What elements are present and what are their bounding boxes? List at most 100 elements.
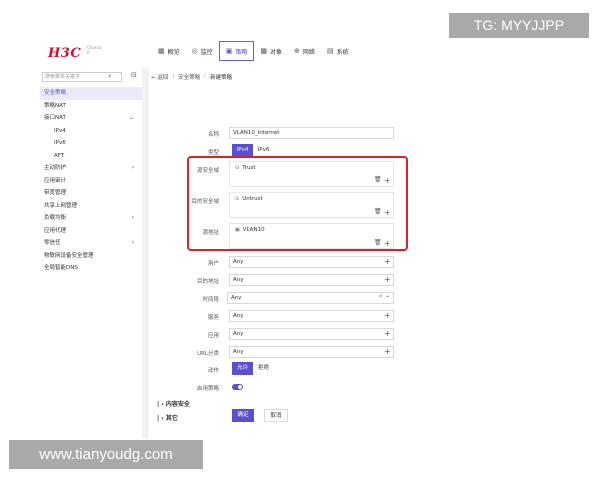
h3c-logo: H3C xyxy=(48,46,82,61)
chevron-right-icon: › xyxy=(131,164,134,171)
app-window: H3C Chassis 0 ▦ 概览 ◎ 监控 ▣ 策略 ▦ 对象 ⊕ 网络 ▤ 系统 搜索菜单关键字… xyxy=(40,34,558,438)
user-label: 用户 xyxy=(207,261,219,267)
content-panel: ← 返回 | 安全策略 / 新建策略 名称 VLAN10_Internet 类型… xyxy=(149,68,558,438)
chevron-down-icon[interactable]: ⌄ xyxy=(385,292,390,299)
sidebar-item-label: IPv4 xyxy=(54,127,66,134)
collapse-sidebar-icon[interactable]: ⊟ xyxy=(131,71,137,79)
enable-label: 启用策略 xyxy=(196,386,219,392)
watermark-top: TG: MYYJJPP xyxy=(449,13,589,38)
sidebar-item[interactable]: 主动防护 › xyxy=(40,162,142,175)
sidebar-item[interactable]: 带宽管理 xyxy=(40,187,142,200)
add-icon[interactable]: + xyxy=(384,348,391,356)
chevron-right-icon: › xyxy=(131,239,134,246)
nav-item-monitor[interactable]: ◎ 监控 xyxy=(186,34,219,68)
nav-item-system[interactable]: ▤ 系统 xyxy=(321,34,355,68)
nav-item-network[interactable]: ⊕ 网络 xyxy=(288,34,321,68)
clear-icon[interactable]: × xyxy=(378,293,383,300)
overview-icon: ▦ xyxy=(158,47,165,55)
back-link[interactable]: ← 返回 xyxy=(151,73,168,81)
nav-item-label: 对象 xyxy=(270,48,283,56)
sidebar-item[interactable]: 全局智能DNS xyxy=(40,262,142,275)
nav-item-object[interactable]: ▦ 对象 xyxy=(254,34,288,68)
monitor-icon: ◎ xyxy=(191,47,198,55)
time-range-label: 时间段 xyxy=(202,297,219,303)
enable-toggle[interactable] xyxy=(232,384,243,390)
chevron-right-icon: › xyxy=(131,214,134,221)
nav-item-label: 监控 xyxy=(200,48,213,56)
type-label: 类型 xyxy=(207,150,219,156)
dst-addr-input[interactable]: Any xyxy=(229,274,394,286)
application-input[interactable]: Any xyxy=(229,328,394,340)
service-label: 服务 xyxy=(207,315,219,321)
sidebar-item-label: IPv6 xyxy=(54,140,66,146)
add-icon[interactable]: + xyxy=(384,276,391,284)
sidebar-item[interactable]: 零信任 › xyxy=(40,237,142,250)
name-input[interactable]: VLAN10_Internet xyxy=(229,127,394,139)
action-allow-option[interactable]: 允许 xyxy=(232,362,253,375)
add-icon[interactable]: + xyxy=(384,330,391,338)
watermark-bottom: www.tianyoudg.com xyxy=(9,440,203,469)
object-icon: ▦ xyxy=(260,47,268,55)
network-icon: ⊕ xyxy=(294,47,300,55)
sidebar-item[interactable]: 物联网设备安全管理 xyxy=(40,250,142,263)
sidebar-item-label: 应用代理 xyxy=(44,227,67,234)
nav-item-label: 概览 xyxy=(167,48,180,56)
nav-item-label: 策略 xyxy=(235,48,248,56)
breadcrumb: ← 返回 | 安全策略 / 新建策略 xyxy=(151,73,232,81)
sidebar-item[interactable]: IPv4 xyxy=(40,125,142,138)
sidebar-item-label: 主动防护 xyxy=(44,165,67,171)
main-nav: ▦ 概览 ◎ 监控 ▣ 策略 ▦ 对象 ⊕ 网络 ▤ 系统 xyxy=(152,34,355,68)
sidebar-item-label: 带宽管理 xyxy=(44,190,67,196)
nav-item-policy[interactable]: ▣ 策略 xyxy=(218,41,255,61)
expand-icon: | › xyxy=(157,401,166,408)
sidebar-item-label: 全局智能DNS xyxy=(44,265,78,271)
url-category-input[interactable]: Any xyxy=(229,346,394,358)
nav-item-overview[interactable]: ▦ 概览 xyxy=(152,34,186,68)
ok-button[interactable]: 确定 xyxy=(232,409,254,422)
sidebar-item[interactable]: IPv6 xyxy=(40,137,142,150)
application-label: 应用 xyxy=(207,333,219,339)
user-input[interactable]: Any xyxy=(229,256,394,268)
action-deny-option[interactable]: 拒绝 xyxy=(253,362,274,375)
nav-item-label: 网络 xyxy=(302,48,315,56)
content-security-section[interactable]: | › 内容安全 xyxy=(157,399,190,408)
sidebar-item[interactable]: 应用代理 xyxy=(40,225,142,238)
breadcrumb-current: 新建策略 xyxy=(210,75,233,81)
sidebar-item[interactable]: 负载均衡 › xyxy=(40,212,142,225)
sidebar: 搜索菜单关键字 ⌕ ⊟ 安全策略 策略NAT 接口NAT ⌄ IPv4 IPv6 AFT 主动… xyxy=(40,68,142,438)
sidebar-item-label: 负载均衡 xyxy=(44,215,67,221)
sidebar-item-label: 安全策略 xyxy=(44,90,67,96)
sidebar-item[interactable]: AFT xyxy=(40,150,142,163)
highlight-box xyxy=(187,156,408,251)
sidebar-item-label: 零信任 xyxy=(44,240,61,246)
name-label: 名称 xyxy=(207,132,219,138)
system-icon: ▤ xyxy=(326,47,334,55)
policy-icon: ▣ xyxy=(225,47,233,55)
dst-addr-label: 目的地址 xyxy=(196,279,219,285)
sidebar-item-label: AFT xyxy=(54,152,65,159)
sidebar-item[interactable]: 安全策略 xyxy=(40,87,142,100)
sidebar-item-label: 接口NAT xyxy=(44,115,66,121)
cancel-button[interactable]: 取消 xyxy=(264,409,288,422)
service-input[interactable]: Any xyxy=(229,310,394,322)
nav-item-label: 系统 xyxy=(336,48,349,56)
sidebar-item[interactable]: 策略NAT xyxy=(40,100,142,113)
other-section[interactable]: | › 其它 xyxy=(157,413,178,422)
add-icon[interactable]: + xyxy=(384,312,391,320)
time-range-select[interactable]: Any xyxy=(227,292,394,304)
sidebar-item-label: 应用审计 xyxy=(44,177,67,184)
breadcrumb-separator: | xyxy=(172,73,175,79)
action-label: 动作 xyxy=(207,368,219,374)
sidebar-item[interactable]: 共享上网管理 xyxy=(40,200,142,213)
add-icon[interactable]: + xyxy=(384,258,391,266)
breadcrumb-parent[interactable]: 安全策略 xyxy=(178,73,200,81)
sidebar-item-label: 共享上网管理 xyxy=(44,202,78,209)
expand-icon: | › xyxy=(157,415,166,422)
url-category-label: URL分类 xyxy=(197,351,219,357)
sidebar-item[interactable]: 应用审计 xyxy=(40,175,142,188)
breadcrumb-separator: / xyxy=(204,73,207,79)
sidebar-item-label: 策略NAT xyxy=(44,102,66,109)
search-icon[interactable]: ⌕ xyxy=(108,72,112,81)
sidebar-menu: 安全策略策略NAT 接口NAT ⌄ IPv4 IPv6 AFT 主动防护 › 应用审计带宽管理共… xyxy=(40,87,142,275)
sidebar-item[interactable]: 接口NAT ⌄ xyxy=(40,112,142,125)
